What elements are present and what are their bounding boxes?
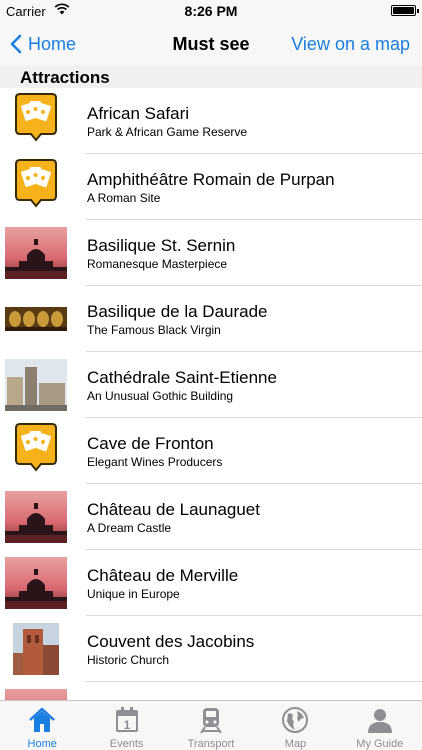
item-title: Château de Merville <box>87 566 239 585</box>
item-title: African Safari <box>87 104 190 123</box>
list-item[interactable]: Cave de Fronton Elegant Wines Producers <box>0 418 422 484</box>
tab-label: Home <box>27 738 57 750</box>
item-subtitle: Romanesque Masterpiece <box>87 257 228 271</box>
back-button[interactable]: Home <box>10 22 76 66</box>
list-item[interactable]: African Safari Park & African Game Reserv… <box>0 88 422 154</box>
list-item[interactable]: Amphithéâtre Romain de Purpan A Roman Sit… <box>0 154 422 220</box>
tab-label: Map <box>284 738 307 750</box>
item-title: Cathédrale Saint-Etienne <box>87 368 277 387</box>
tab-my-guide[interactable]: My Guide <box>338 701 422 750</box>
section-title: Attractions <box>20 68 110 87</box>
attraction-thumbnail <box>5 227 67 279</box>
guide-badge-icon <box>14 422 58 472</box>
list-item[interactable]: Château de Merville Unique in Europe <box>0 550 422 616</box>
guide-badge-icon <box>14 92 58 142</box>
view-on-map-button[interactable]: View on a map <box>291 22 410 66</box>
item-title: Cave de Fronton <box>87 434 214 453</box>
attraction-thumbnail <box>5 491 67 543</box>
attraction-thumbnail <box>5 623 67 675</box>
item-subtitle: A Roman Site <box>87 191 161 205</box>
attractions-list[interactable]: African Safari Park & African Game Reserv… <box>0 88 422 700</box>
attraction-thumbnail <box>5 689 67 700</box>
status-time: 8:26 PM <box>184 3 238 19</box>
item-title: Couvent des Jacobins <box>87 632 255 651</box>
list-item[interactable]: Couvent des Jacobins Historic Church <box>0 616 422 682</box>
navigation-bar: Home Must see View on a map <box>0 22 422 66</box>
item-title: Basilique de la Daurade <box>87 302 268 321</box>
battery-icon <box>391 5 419 16</box>
item-title: Château de Launaguet <box>87 500 260 519</box>
guide-badge-icon <box>14 158 58 208</box>
back-label: Home <box>28 33 77 54</box>
tab-map[interactable]: Map <box>253 701 337 750</box>
section-header: Attractions <box>0 66 422 88</box>
list-item[interactable]: Château de Launaguet A Dream Castle <box>0 484 422 550</box>
item-subtitle: Park & African Game Reserve <box>87 125 248 139</box>
attraction-thumbnail <box>5 293 67 345</box>
item-subtitle: An Unusual Gothic Building <box>87 389 234 403</box>
tab-label: Events <box>109 738 144 750</box>
item-subtitle: The Famous Black Virgin <box>87 323 221 337</box>
list-item[interactable]: Basilique de la Daurade The Famous Black … <box>0 286 422 352</box>
item-subtitle: Elegant Wines Producers <box>87 455 223 469</box>
item-subtitle: A Dream Castle <box>87 521 172 535</box>
chevron-left-icon <box>10 34 22 54</box>
tab-bar: Home 1 Events Transport Map My Guide <box>0 700 422 750</box>
list-item[interactable] <box>0 682 422 700</box>
tab-transport[interactable]: Transport <box>169 701 253 750</box>
tab-label: My Guide <box>356 738 404 750</box>
attraction-thumbnail <box>5 557 67 609</box>
item-subtitle: Unique in Europe <box>87 587 180 601</box>
list-item[interactable]: Basilique St. Sernin Romanesque Masterpie… <box>0 220 422 286</box>
status-bar: Carrier 8:26 PM <box>0 0 422 22</box>
list-item[interactable]: Cathédrale Saint-Etienne An Unusual Gothi… <box>0 352 422 418</box>
item-subtitle: Historic Church <box>87 653 170 667</box>
attraction-thumbnail <box>5 359 67 411</box>
item-title: Amphithéâtre Romain de Purpan <box>87 170 335 189</box>
svg-text:1: 1 <box>123 718 130 732</box>
tab-events[interactable]: 1 Events <box>84 701 168 750</box>
item-title: Basilique St. Sernin <box>87 236 236 255</box>
tab-label: Transport <box>187 738 235 750</box>
tab-home[interactable]: Home <box>0 701 84 750</box>
